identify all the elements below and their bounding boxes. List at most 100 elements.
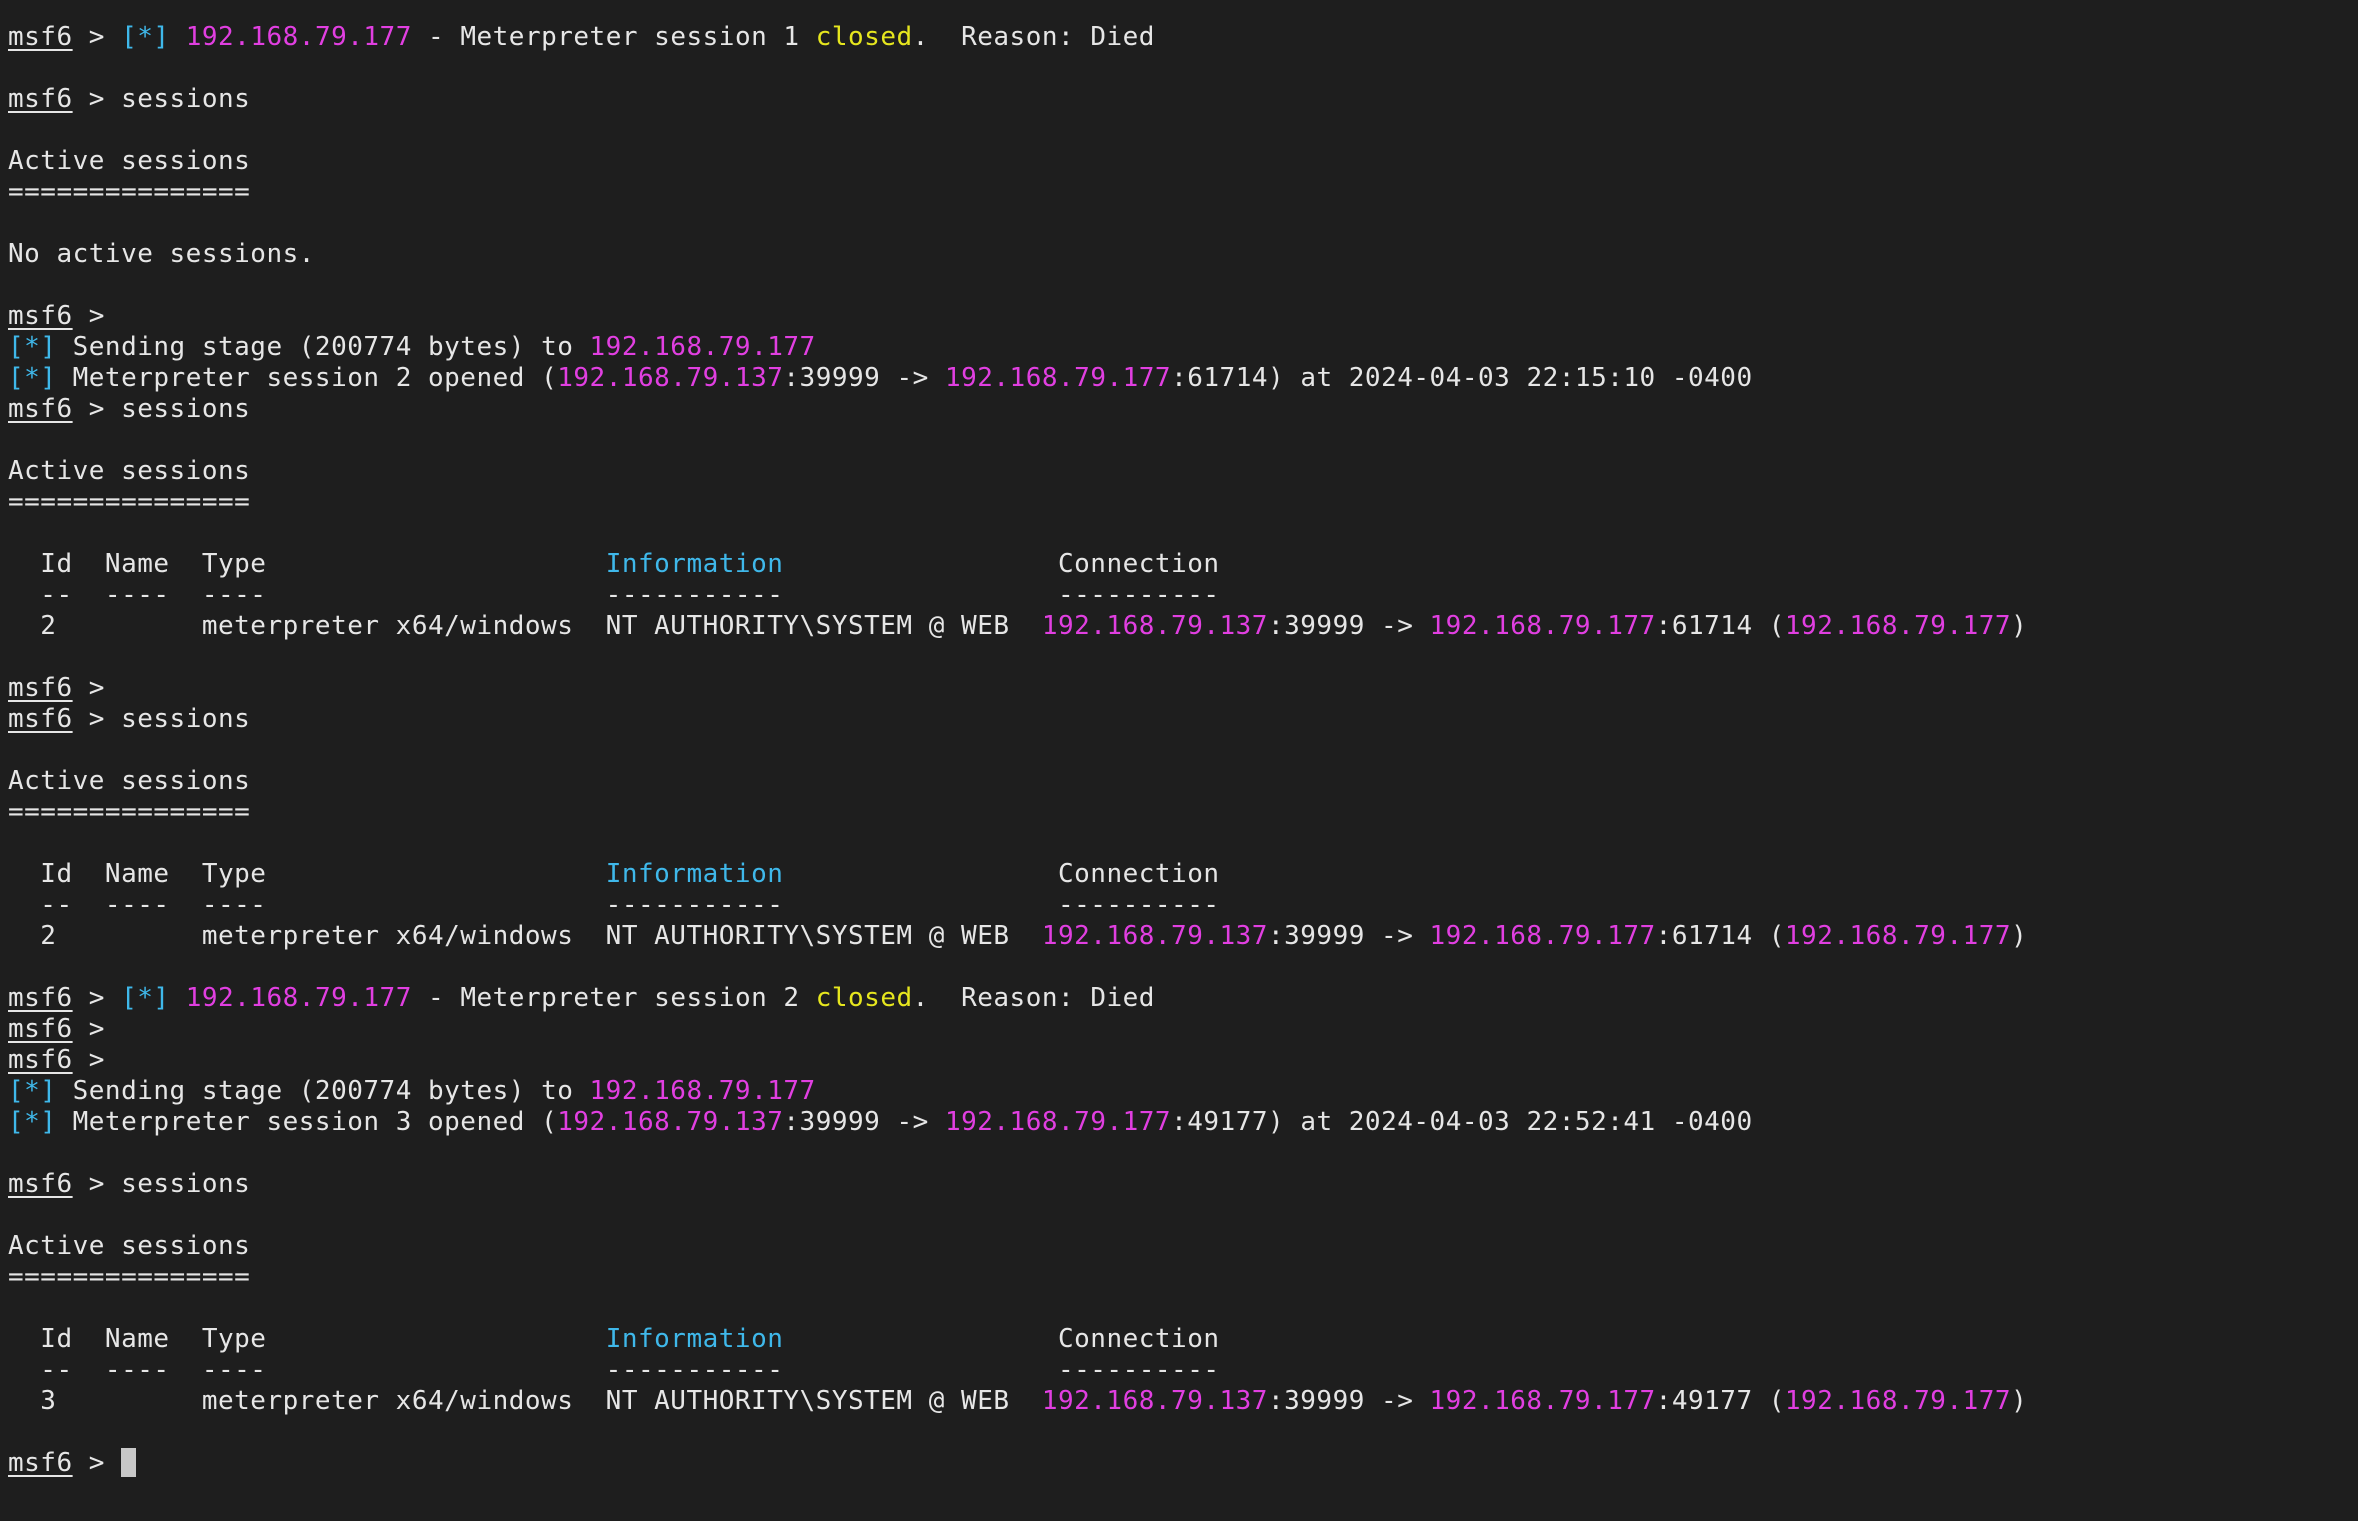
prompt-label: msf6 [8,84,73,114]
output-text: > sessions [72,1169,251,1199]
info-text: [*] [8,363,57,393]
terminal-line: [*] Meterpreter session 3 opened ( 192.16… [8,1107,2027,1138]
output-text: -- ---- ---- ----------- ---------- [8,580,1220,610]
terminal-line: msf6 > sessions [8,394,2027,425]
terminal-line: =============== [8,1262,2027,1293]
output-text: . Reason: Died [912,22,1155,52]
prompt-label: msf6 [8,22,73,52]
cursor-block[interactable] [121,1448,137,1477]
terminal-line: msf6 > [*] 192.168.79.177 - Meterpreter … [8,22,2027,53]
terminal-line: -- ---- ---- ----------- ---------- [8,580,2027,611]
output-text: Active sessions [8,766,251,796]
terminal-line: msf6 > [8,1045,2027,1076]
output-text: -- ---- ---- ----------- ---------- [8,890,1220,920]
output-text: > sessions [72,394,251,424]
info-text: [*] [8,332,57,362]
ip-address: 192.168.79.177 [589,1076,816,1106]
terminal-line: Id Name Type Information Connection [8,1324,2027,1355]
info-text: Information [605,549,784,579]
terminal-line: 2 meterpreter x64/windows NT AUTHORITY\S… [8,611,2027,642]
info-text: [*] [121,22,170,52]
output-text: =============== [8,177,251,207]
output-text: :39999 -> [783,1107,945,1137]
output-text: 2 meterpreter x64/windows NT AUTHORITY\S… [8,611,1042,641]
output-text: Active sessions [8,456,251,486]
output-text: Connection [783,859,1220,889]
output-text: :39999 -> [1267,921,1430,951]
ip-address: 192.168.79.177 [185,983,412,1013]
output-text: > [72,301,105,331]
terminal-line: -- ---- ---- ----------- ---------- [8,1355,2027,1386]
output-text: Active sessions [8,1231,251,1261]
output-text: 2 meterpreter x64/windows NT AUTHORITY\S… [8,921,1042,951]
ip-address: 192.168.79.177 [185,22,412,52]
ip-address: 192.168.79.177 [1429,921,1656,951]
ip-address: 192.168.79.137 [557,363,784,393]
output-text: ) [2011,1386,2028,1416]
terminal-line: =============== [8,177,2027,208]
output-text: Id Name Type [8,1324,606,1354]
output-text: :39999 -> [783,363,945,393]
terminal-output[interactable]: msf6 > [*] 192.168.79.177 - Meterpreter … [8,22,2027,1479]
ip-address: 192.168.79.177 [1429,1386,1656,1416]
prompt-label: msf6 [8,1448,73,1478]
ip-address: 192.168.79.177 [944,1107,1172,1137]
output-text: :61714 ( [1655,921,1785,951]
terminal-line: msf6 > [*] 192.168.79.177 - Meterpreter … [8,983,2027,1014]
terminal-line: msf6 > [8,1448,2027,1479]
output-text: > [72,673,105,703]
output-text: Id Name Type [8,859,606,889]
terminal-line: [*] Sending stage (200774 bytes) to 192.… [8,1076,2027,1107]
output-text: - Meterpreter session 1 [411,22,816,52]
terminal-line: Active sessions [8,1231,2027,1262]
terminal-line: 3 meterpreter x64/windows NT AUTHORITY\S… [8,1386,2027,1417]
output-text: - Meterpreter session 2 [411,983,816,1013]
terminal-line: msf6 > sessions [8,84,2027,115]
terminal-line: =============== [8,487,2027,518]
prompt-label: msf6 [8,704,73,734]
ip-address: 192.168.79.177 [1784,611,2012,641]
output-text: Sending stage (200774 bytes) to [56,332,590,362]
prompt-label: msf6 [8,673,73,703]
output-text: 3 meterpreter x64/windows NT AUTHORITY\S… [8,1386,1042,1416]
prompt-label: msf6 [8,301,73,331]
output-text: Id Name Type [8,549,606,579]
info-text: [*] [8,1107,57,1137]
terminal-line: Id Name Type Information Connection [8,549,2027,580]
output-text: > [72,1045,105,1075]
output-text: :49177) at 2024-04-03 22:52:41 -0400 [1171,1107,1753,1137]
prompt-label: msf6 [8,983,73,1013]
output-text: =============== [8,487,251,517]
output-text: :39999 -> [1267,1386,1430,1416]
output-text: :39999 -> [1267,611,1430,641]
output-text: . Reason: Died [912,983,1155,1013]
ip-address: 192.168.79.177 [944,363,1172,393]
output-text: :61714 ( [1655,611,1785,641]
ip-address: 192.168.79.137 [1041,611,1268,641]
output-text: Active sessions [8,146,251,176]
info-text: Information [605,859,784,889]
output-text: Meterpreter session 3 opened ( [56,1107,558,1137]
prompt-label: msf6 [8,1014,73,1044]
terminal-line: No active sessions. [8,239,2027,270]
output-text: > sessions [72,84,251,114]
terminal-line: msf6 > [8,1014,2027,1045]
output-text: > [72,1448,122,1478]
prompt-label: msf6 [8,1169,73,1199]
output-text: Sending stage (200774 bytes) to [56,1076,590,1106]
terminal-line: =============== [8,797,2027,828]
